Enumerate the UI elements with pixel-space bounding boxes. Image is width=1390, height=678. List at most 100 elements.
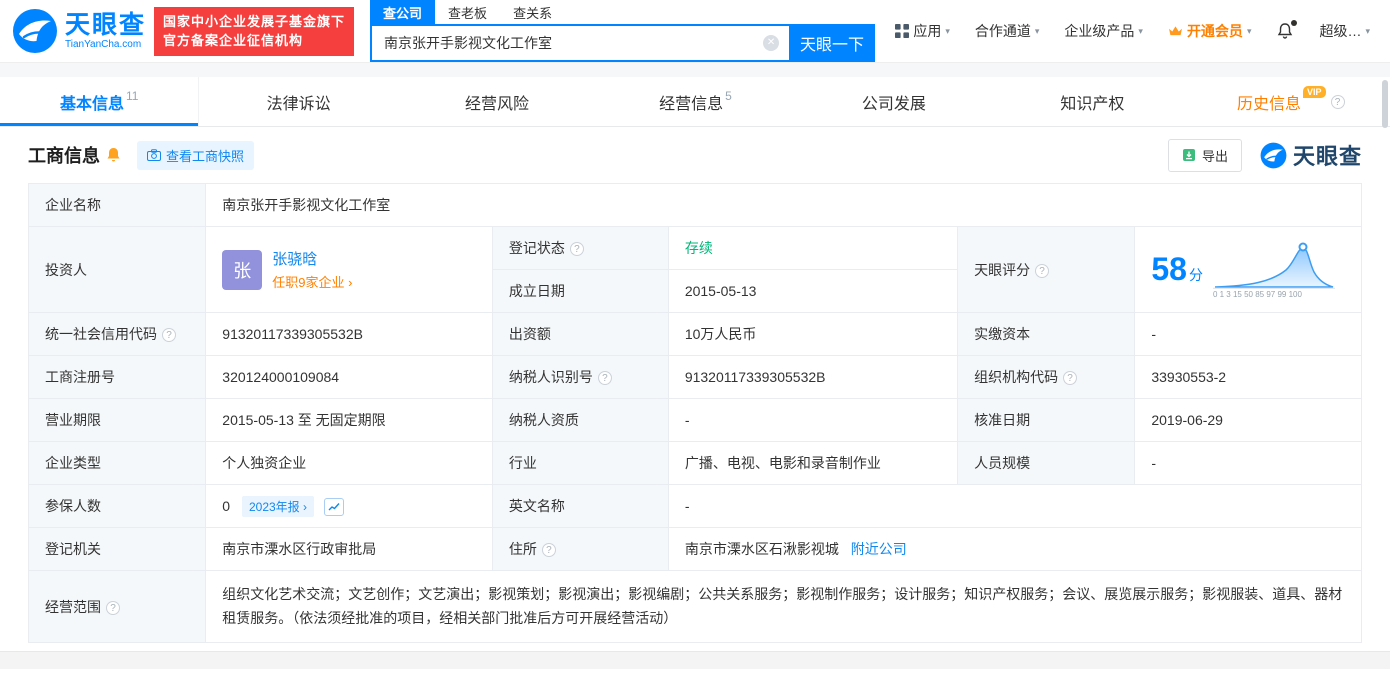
help-icon[interactable]: ? [1035,263,1050,278]
crown-icon [1168,25,1183,37]
business-term-label: 营业期限 [27,398,207,442]
nearby-companies-link[interactable]: 附近公司 [851,541,907,557]
search-tab-relation[interactable]: 查关系 [500,0,565,24]
page-footer-strip [0,651,1390,669]
investor-avatar[interactable]: 张 [222,249,263,290]
subscribe-bell-icon[interactable] [106,147,121,163]
insured-label: 参保人数 [27,484,207,528]
table-row: 经营范围? 组织文化艺术交流；文艺创作；文艺演出；影视策划；影视演出；影视编剧；… [27,570,1362,643]
tab-label: 基本信息 [59,95,124,113]
staff-size-value: - [1134,441,1362,485]
paid-capital-value: - [1134,312,1362,356]
brand-watermark: 天眼查 [1260,139,1362,171]
reg-status-value: 存续 [667,226,959,270]
search-input[interactable] [382,34,764,52]
tab-label: 知识产权 [1060,95,1125,113]
business-scope-text: 组织文化艺术交流；文艺创作；文艺演出；影视策划；影视演出；影视编剧；公共关系服务… [222,585,1343,626]
tianyancha-logo[interactable]: 天眼查 TianYanCha.com [12,8,146,54]
tab-basic-info[interactable]: 基本信息 11 [0,77,200,126]
nav-enterprise-label: 企业级产品 [1064,23,1135,39]
score-value: 58 [1151,251,1187,287]
reg-number-label: 工商注册号 [27,355,207,399]
business-info-table: 企业名称 南京张开手影视文化工作室 投资人 张 张骁晗 任职9家企业 › 登记状… [27,183,1363,643]
investor-jobs-link[interactable]: 任职9家企业 › [272,275,352,290]
tab-legal-proceedings[interactable]: 法律诉讼 [199,77,397,126]
nav-apps[interactable]: 应用 ▾ [895,21,950,41]
nav-super-label: 超级… [1319,23,1362,39]
approval-date-label: 核准日期 [957,398,1136,442]
reg-number-value: 320124000109084 [205,355,493,399]
tab-company-development[interactable]: 公司发展 [795,77,993,126]
apps-grid-icon [895,24,910,38]
nav-open-vip[interactable]: 开通会员 ▾ [1168,21,1251,41]
annual-report-link[interactable]: 2023年报 › [241,495,314,517]
snapshot-button-label: 查看工商快照 [166,148,245,164]
help-icon[interactable]: ? [541,543,556,557]
business-scope-label-text: 经营范围 [45,598,101,615]
search-tab-company[interactable]: 查公司 [370,0,436,24]
view-snapshot-button[interactable]: 查看工商快照 [137,140,255,170]
logo-text: 天眼查 TianYanCha.com [65,11,146,51]
help-icon[interactable]: ? [569,242,584,256]
tianyancha-logo-icon [1260,142,1287,169]
score-unit: 分 [1188,267,1203,283]
table-row: 登记机关 南京市溧水区行政审批局 住所? 南京市溧水区石湫影视城 附近公司 [27,527,1363,571]
nav-cooperation[interactable]: 合作通道 ▾ [975,21,1040,41]
org-code-value: 33930553-2 [1134,355,1362,399]
help-icon[interactable]: ? [162,328,176,342]
taxpayer-quality-label: 纳税人资质 [491,398,669,442]
search-button[interactable]: 天眼一下 [789,24,876,62]
notification-dot [1291,20,1298,26]
tab-count: 11 [125,88,139,103]
trend-chart-icon[interactable] [323,497,344,516]
header-divider [0,62,1390,77]
export-excel-icon [1182,148,1196,162]
help-icon[interactable]: ? [1330,94,1345,109]
tab-business-info[interactable]: 经营信息 5 [596,77,794,126]
company-type-label: 企业类型 [27,441,207,485]
score-cell[interactable]: 58 分 0 1 3 15 50 85 97 99 100 [1134,226,1362,313]
insured-count: 0 [222,497,231,514]
gov-badge-line2: 官方备案企业征信机构 [163,33,304,48]
chevron-down-icon: ▾ [1034,25,1040,36]
score-axis-labels: 0 1 3 15 50 85 97 99 100 [1212,290,1302,299]
header: 天眼查 TianYanCha.com 国家中小企业发展子基金旗下 官方备案企业征… [0,0,1390,62]
address-value: 南京市溧水区石湫影视城 [684,541,839,557]
brand-text: 天眼查 [1292,144,1362,169]
credit-code-value: 91320117339305532B [205,312,493,356]
tab-intellectual-property[interactable]: 知识产权 [993,77,1191,126]
search-box: ✕ 天眼一下 [370,24,876,62]
reg-status-label: 登记状态? [491,226,669,270]
nav-vip-label: 开通会员 [1186,23,1243,39]
tab-label: 历史信息 [1236,95,1301,113]
tab-label: 经营风险 [465,95,530,113]
help-icon[interactable]: ? [597,371,612,385]
scrollbar[interactable] [1382,80,1388,128]
main-content: 工商信息 查看工商快照 导出 天眼查 企业名称 南京张开手影视文化工作室 投资人… [0,127,1390,643]
nav-apps-label: 应用 [913,23,942,39]
clear-search-icon[interactable]: ✕ [763,35,780,51]
score-curve-chart: 0 1 3 15 50 85 97 99 100 [1212,240,1335,299]
table-row: 工商注册号 320124000109084 纳税人识别号? 9132011733… [27,355,1362,399]
table-row: 投资人 张 张骁晗 任职9家企业 › 登记状态? 存续 天眼评分? 58 分 0… [27,226,1362,313]
taxpayer-id-label-text: 纳税人识别号 [508,369,593,385]
search-tab-boss[interactable]: 查老板 [435,0,500,24]
establish-date-value: 2015-05-13 [667,269,959,313]
nav-enterprise-products[interactable]: 企业级产品 ▾ [1064,21,1143,41]
tab-business-risk[interactable]: 经营风险 [398,77,596,126]
investor-name-link[interactable]: 张骁晗 [272,248,352,269]
tab-label: 法律诉讼 [266,95,331,113]
gov-certification-badge: 国家中小企业发展子基金旗下 官方备案企业征信机构 [154,6,355,56]
nav-super-vip[interactable]: 超级… ▾ [1319,21,1370,41]
help-icon[interactable]: ? [1063,371,1078,385]
tab-history-info[interactable]: 历史信息 VIP ? [1192,77,1390,126]
section-title: 工商信息 [28,146,100,166]
nav-cooperation-label: 合作通道 [974,23,1031,39]
notification-bell[interactable] [1276,20,1298,40]
score-label: 天眼评分? [957,226,1136,313]
export-button[interactable]: 导出 [1167,138,1242,172]
industry-value: 广播、电视、电影和录音制作业 [667,441,959,485]
search-input-wrap: ✕ [370,24,790,62]
help-icon[interactable]: ? [106,600,120,615]
gov-badge-line1: 国家中小企业发展子基金旗下 [163,13,346,29]
